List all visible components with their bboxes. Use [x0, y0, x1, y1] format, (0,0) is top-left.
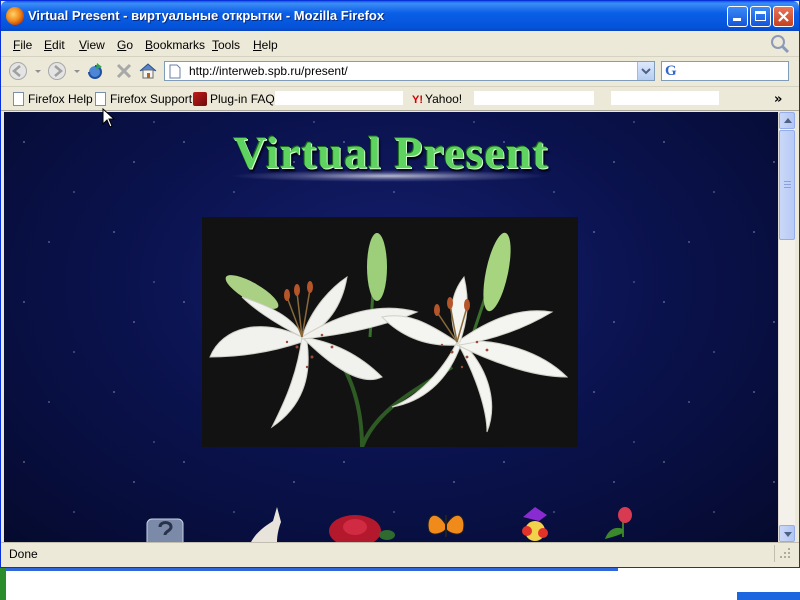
scroll-up-button[interactable] — [779, 112, 795, 129]
bookmark-firefox-support[interactable]: Firefox Support — [95, 90, 192, 108]
navigation-toolbar: http://interweb.spb.ru/present/ G — [1, 57, 799, 87]
address-bar[interactable]: http://interweb.spb.ru/present/ — [164, 61, 655, 81]
menu-edit[interactable]: Edit — [44, 38, 65, 52]
bookmark-label: Yahoo! — [425, 92, 463, 106]
menu-view[interactable]: View — [79, 38, 105, 52]
taskbar-tray-edge — [737, 592, 800, 600]
butterfly-icon[interactable] — [425, 507, 467, 542]
url-dropdown-button[interactable] — [637, 62, 654, 80]
rose-icon[interactable] — [317, 507, 397, 542]
back-icon[interactable] — [8, 61, 28, 81]
menu-bar: File Edit View Go Bookmarks Tools Help — [1, 31, 799, 57]
status-text: Done — [9, 547, 38, 561]
bookmark-plugin-faq[interactable]: Plug-in FAQ — [193, 90, 275, 108]
lighthouse-icon[interactable] — [145, 507, 187, 542]
menu-bookmarks[interactable]: Bookmarks — [145, 38, 205, 52]
mouse-cursor-icon — [102, 108, 116, 128]
resize-grip-icon — [780, 548, 790, 558]
back-dropdown-icon[interactable] — [33, 61, 43, 81]
scroll-down-button[interactable] — [779, 525, 795, 542]
bookmark-label: Firefox Help — [28, 92, 93, 106]
bookmark-label: Plug-in FAQ — [210, 92, 275, 106]
forward-dropdown-icon[interactable] — [72, 61, 82, 81]
google-icon[interactable]: G — [665, 63, 687, 80]
chevron-down-icon — [641, 68, 651, 75]
minimize-icon — [733, 18, 741, 21]
home-icon[interactable] — [138, 61, 158, 81]
grip-line — [784, 181, 791, 182]
arrow-up-icon — [784, 118, 792, 123]
thumbnail-strip — [4, 507, 778, 542]
lily-image[interactable] — [202, 217, 578, 447]
stop-icon[interactable] — [114, 61, 134, 81]
grip-line — [784, 187, 791, 188]
status-bar: Done — [1, 542, 799, 564]
firefox-icon — [6, 7, 24, 25]
title-swoosh-decoration — [229, 170, 549, 182]
title-bar: Virtual Present - виртуальные открытки -… — [1, 1, 799, 31]
bookmark-redacted[interactable] — [474, 91, 594, 105]
bookmark-firefox-help[interactable]: Firefox Help — [13, 90, 93, 108]
plugin-icon — [193, 92, 207, 106]
forward-icon[interactable] — [47, 61, 67, 81]
bookmark-label: Firefox Support — [110, 92, 193, 106]
minimize-button[interactable] — [727, 6, 748, 27]
menu-help[interactable]: Help — [253, 38, 278, 52]
yahoo-icon: Y! — [412, 94, 423, 106]
url-text[interactable]: http://interweb.spb.ru/present/ — [189, 64, 348, 78]
maximize-button[interactable] — [750, 6, 771, 27]
bookmark-redacted[interactable] — [611, 91, 719, 105]
search-input[interactable]: G — [661, 61, 789, 81]
arrow-down-icon — [784, 532, 792, 537]
tulip-icon[interactable] — [601, 507, 643, 542]
bookmarks-overflow-button[interactable]: » — [774, 92, 782, 107]
taskbar-start-edge — [0, 568, 6, 600]
bookmarks-toolbar: Firefox Help Firefox Support Plug-in FAQ… — [1, 87, 799, 111]
page-content: Virtual Present — [4, 112, 778, 542]
close-button[interactable] — [773, 6, 794, 27]
close-icon — [778, 11, 789, 22]
window-title: Virtual Present - виртуальные открытки -… — [28, 8, 385, 23]
menu-go[interactable]: Go — [117, 38, 133, 52]
scroll-thumb[interactable] — [779, 130, 795, 240]
jester-icon[interactable] — [513, 507, 555, 542]
vertical-scrollbar[interactable] — [778, 112, 795, 542]
bookmark-redacted[interactable] — [275, 91, 403, 105]
resize-grip[interactable] — [774, 545, 794, 562]
menu-file[interactable]: File — [13, 38, 32, 52]
maximize-icon — [755, 11, 766, 21]
menu-tools[interactable]: Tools — [212, 38, 240, 52]
bookmark-yahoo[interactable]: Y! Yahoo! — [412, 90, 462, 108]
taskbar-strip — [6, 568, 618, 571]
browser-window: Virtual Present - виртуальные открытки -… — [0, 0, 800, 568]
page-icon — [13, 92, 24, 106]
grip-line — [784, 184, 791, 185]
reload-icon[interactable] — [86, 61, 106, 81]
page-icon — [95, 92, 106, 106]
throbber-icon — [771, 35, 790, 54]
page-icon — [169, 64, 181, 79]
unicorn-icon[interactable] — [247, 507, 287, 542]
